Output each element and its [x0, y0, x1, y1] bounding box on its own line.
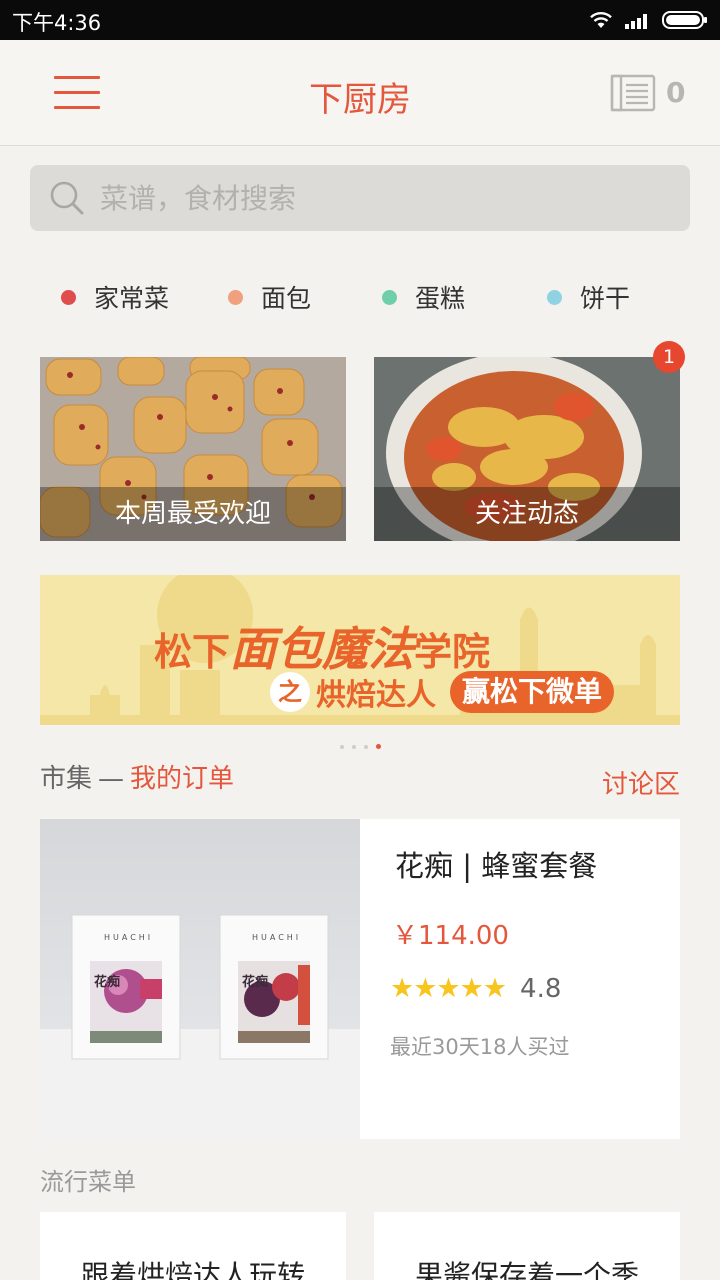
product-image: HUACHI HUACHI 花痴 花痴 — [40, 819, 360, 1139]
page-dot — [339, 744, 344, 749]
banner-page-indicator — [0, 736, 720, 749]
banner-zhi: 之 — [270, 672, 310, 712]
market-separator: — — [98, 764, 125, 794]
product-rating: ★★★★★ 4.8 — [390, 973, 561, 1004]
category-label: 家常菜 — [94, 284, 170, 313]
popular-menus-title: 流行菜单 — [40, 1168, 136, 1196]
shopping-list-count[interactable]: 0 — [666, 76, 685, 109]
category-cake[interactable]: 蛋糕 — [382, 270, 465, 324]
follow-feed-label: 关注动态 — [374, 487, 680, 541]
banner-subline-text: 烘焙达人 — [316, 678, 436, 713]
app-bar: 下厨房 0 — [0, 40, 720, 146]
search-icon — [50, 181, 84, 215]
category-bread[interactable]: 面包 — [228, 270, 311, 324]
product-card[interactable]: HUACHI HUACHI 花痴 花痴 花痴 | 蜂蜜套餐 ￥114.00 ★★… — [40, 819, 680, 1139]
popular-menu-title: 跟着烘焙达人玩转 — [80, 1259, 305, 1280]
notification-badge: 1 — [653, 341, 685, 373]
weekly-popular-label: 本周最受欢迎 — [40, 487, 346, 541]
discussion-link[interactable]: 讨论区 — [602, 764, 680, 801]
rating-value: 4.8 — [520, 973, 562, 1004]
weekly-popular-card[interactable]: 本周最受欢迎 — [40, 357, 346, 541]
banner-prize: 赢松下微单 — [450, 671, 615, 713]
category-label: 蛋糕 — [415, 284, 466, 313]
status-icons — [588, 8, 708, 32]
category-row: 家常菜 面包 蛋糕 饼干 — [0, 270, 720, 324]
follow-feed-card[interactable]: 关注动态 — [374, 357, 680, 541]
status-time: 下午4:36 — [12, 11, 102, 35]
category-dot — [61, 289, 76, 305]
popular-menu-title: 果酱保存着一个季 — [414, 1259, 639, 1280]
promo-banner[interactable]: 松下面包魔法学院 之 烘焙达人 赢松下微单 — [40, 575, 680, 725]
category-dot — [547, 289, 562, 305]
popular-menu-card[interactable]: 果酱保存着一个季 — [374, 1212, 680, 1280]
category-biscuit[interactable]: 饼干 — [547, 270, 630, 324]
market-header: 市集 — 我的订单 — [40, 758, 234, 795]
banner-headline-script: 面包魔法 — [230, 622, 415, 676]
honey-jars-photo — [40, 819, 360, 1139]
category-label: 面包 — [261, 284, 312, 313]
star-rating-icon: ★★★★★ — [390, 973, 507, 1004]
shopping-list-icon[interactable] — [610, 74, 658, 112]
wifi-icon — [590, 12, 612, 28]
product-sales: 最近30天18人买过 — [390, 1035, 570, 1059]
my-orders-link[interactable]: 我的订单 — [130, 764, 234, 794]
search-bar[interactable] — [30, 165, 690, 231]
product-title: 花痴 | 蜂蜜套餐 — [395, 849, 598, 883]
banner-headline-prefix: 松下 — [154, 630, 231, 674]
product-price: ￥114.00 — [392, 921, 509, 951]
category-dot — [228, 289, 243, 305]
market-title: 市集 — [40, 764, 93, 794]
popular-menu-card[interactable]: 跟着烘焙达人玩转 — [40, 1212, 346, 1280]
banner-headline-suffix: 学院 — [414, 630, 491, 674]
category-label: 饼干 — [580, 284, 631, 313]
signal-icon — [625, 14, 647, 29]
box-label-right: 花痴 — [242, 975, 269, 990]
search-input[interactable] — [100, 165, 670, 231]
category-dot — [382, 289, 397, 305]
page-dot — [363, 744, 368, 749]
box-brand-left: HUACHI — [104, 933, 154, 942]
page-dot — [351, 744, 356, 749]
box-label-left: 花痴 — [94, 975, 121, 990]
banner-subline: 之 烘焙达人 赢松下微单 — [270, 671, 615, 713]
battery-icon — [662, 11, 707, 29]
page-dot-active — [375, 744, 381, 749]
box-brand-right: HUACHI — [252, 933, 302, 942]
category-home-cooking[interactable]: 家常菜 — [61, 270, 169, 324]
status-bar: 下午4:36 — [0, 0, 720, 40]
